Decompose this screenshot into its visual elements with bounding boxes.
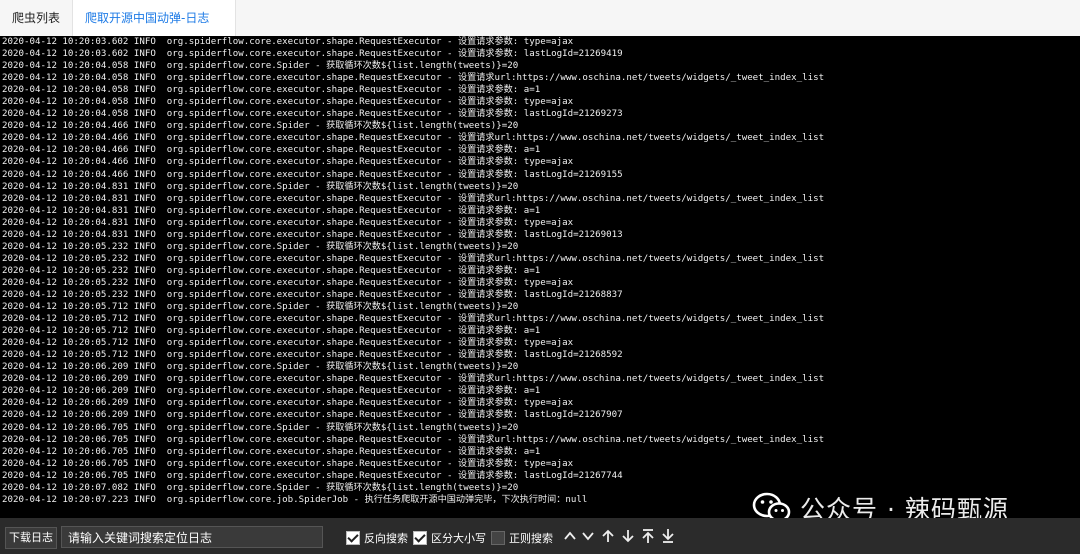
- case-sensitive-label: 区分大小写: [431, 532, 486, 545]
- log-line: 2020-04-12 10:20:03.602 INFO org.spiderf…: [2, 49, 623, 60]
- log-line: 2020-04-12 10:20:06.705 INFO org.spiderf…: [2, 422, 519, 433]
- log-line: 2020-04-12 10:20:06.209 INFO org.spiderf…: [2, 398, 574, 409]
- log-line: 2020-04-12 10:20:04.831 INFO org.spiderf…: [2, 217, 574, 228]
- arrow-down-icon[interactable]: [620, 528, 636, 544]
- reverse-search-label: 反向搜索: [364, 532, 408, 545]
- log-toolbar: 下载日志 请输入关键词搜索定位日志 反向搜索 区分大小写 正则搜索: [0, 518, 1080, 554]
- log-line: 2020-04-12 10:20:06.209 INFO org.spiderf…: [2, 410, 623, 421]
- log-line: 2020-04-12 10:20:04.466 INFO org.spiderf…: [2, 157, 574, 168]
- tab-spider-list[interactable]: 爬虫列表: [0, 0, 80, 36]
- log-line: 2020-04-12 10:20:05.232 INFO org.spiderf…: [2, 289, 623, 300]
- log-line: 2020-04-12 10:20:06.209 INFO org.spiderf…: [2, 362, 519, 373]
- log-search-input[interactable]: 请输入关键词搜索定位日志: [61, 526, 323, 548]
- arrow-up-icon[interactable]: [600, 528, 616, 544]
- log-line: 2020-04-12 10:20:04.058 INFO org.spiderf…: [2, 61, 519, 72]
- log-line: 2020-04-12 10:20:06.705 INFO org.spiderf…: [2, 434, 825, 445]
- log-line: 2020-04-12 10:20:06.209 INFO org.spiderf…: [2, 374, 825, 385]
- log-line: 2020-04-12 10:20:05.232 INFO org.spiderf…: [2, 265, 541, 276]
- log-line: 2020-04-12 10:20:04.058 INFO org.spiderf…: [2, 85, 541, 96]
- reverse-search-checkbox[interactable]: [346, 531, 360, 545]
- log-line: 2020-04-12 10:20:05.712 INFO org.spiderf…: [2, 314, 825, 325]
- log-line: 2020-04-12 10:20:04.831 INFO org.spiderf…: [2, 205, 541, 216]
- tab-spider-log[interactable]: 爬取开源中国动弹-日志: [72, 0, 236, 37]
- log-panel[interactable]: 2020-04-12 10:20:03.602 INFO org.spiderf…: [0, 36, 1080, 518]
- log-line: 2020-04-12 10:20:04.058 INFO org.spiderf…: [2, 109, 623, 120]
- case-sensitive-checkbox[interactable]: [413, 531, 427, 545]
- log-line: 2020-04-12 10:20:05.712 INFO org.spiderf…: [2, 338, 574, 349]
- log-line: 2020-04-12 10:20:06.705 INFO org.spiderf…: [2, 470, 623, 481]
- log-line: 2020-04-12 10:20:04.831 INFO org.spiderf…: [2, 193, 825, 204]
- log-line: 2020-04-12 10:20:04.466 INFO org.spiderf…: [2, 121, 519, 132]
- tab-bar: 爬虫列表 爬取开源中国动弹-日志: [0, 0, 1080, 37]
- log-line: 2020-04-12 10:20:05.232 INFO org.spiderf…: [2, 277, 574, 288]
- log-line: 2020-04-12 10:20:04.466 INFO org.spiderf…: [2, 145, 541, 156]
- log-line: 2020-04-12 10:20:06.705 INFO org.spiderf…: [2, 458, 574, 469]
- log-line: 2020-04-12 10:20:06.209 INFO org.spiderf…: [2, 386, 541, 397]
- download-log-button[interactable]: 下载日志: [5, 527, 57, 549]
- regex-search-label: 正则搜索: [509, 532, 553, 545]
- log-line: 2020-04-12 10:20:05.232 INFO org.spiderf…: [2, 241, 519, 252]
- to-bottom-icon[interactable]: [660, 528, 676, 544]
- log-line: 2020-04-12 10:20:04.466 INFO org.spiderf…: [2, 133, 825, 144]
- log-line: 2020-04-12 10:20:04.466 INFO org.spiderf…: [2, 169, 623, 180]
- log-line: 2020-04-12 10:20:04.831 INFO org.spiderf…: [2, 229, 623, 240]
- log-line: 2020-04-12 10:20:06.705 INFO org.spiderf…: [2, 446, 541, 457]
- log-line: 2020-04-12 10:20:05.232 INFO org.spiderf…: [2, 253, 825, 264]
- to-top-icon[interactable]: [640, 528, 656, 544]
- log-line: 2020-04-12 10:20:04.831 INFO org.spiderf…: [2, 181, 519, 192]
- chevron-up-icon[interactable]: [562, 528, 578, 544]
- log-line: 2020-04-12 10:20:04.058 INFO org.spiderf…: [2, 97, 574, 108]
- log-line: 2020-04-12 10:20:05.712 INFO org.spiderf…: [2, 350, 623, 361]
- chevron-down-icon[interactable]: [580, 528, 596, 544]
- regex-search-checkbox[interactable]: [491, 531, 505, 545]
- log-line: 2020-04-12 10:20:03.602 INFO org.spiderf…: [2, 37, 574, 47]
- log-line: 2020-04-12 10:20:05.712 INFO org.spiderf…: [2, 302, 519, 313]
- log-line: 2020-04-12 10:20:04.058 INFO org.spiderf…: [2, 73, 825, 84]
- log-line: 2020-04-12 10:20:05.712 INFO org.spiderf…: [2, 326, 541, 337]
